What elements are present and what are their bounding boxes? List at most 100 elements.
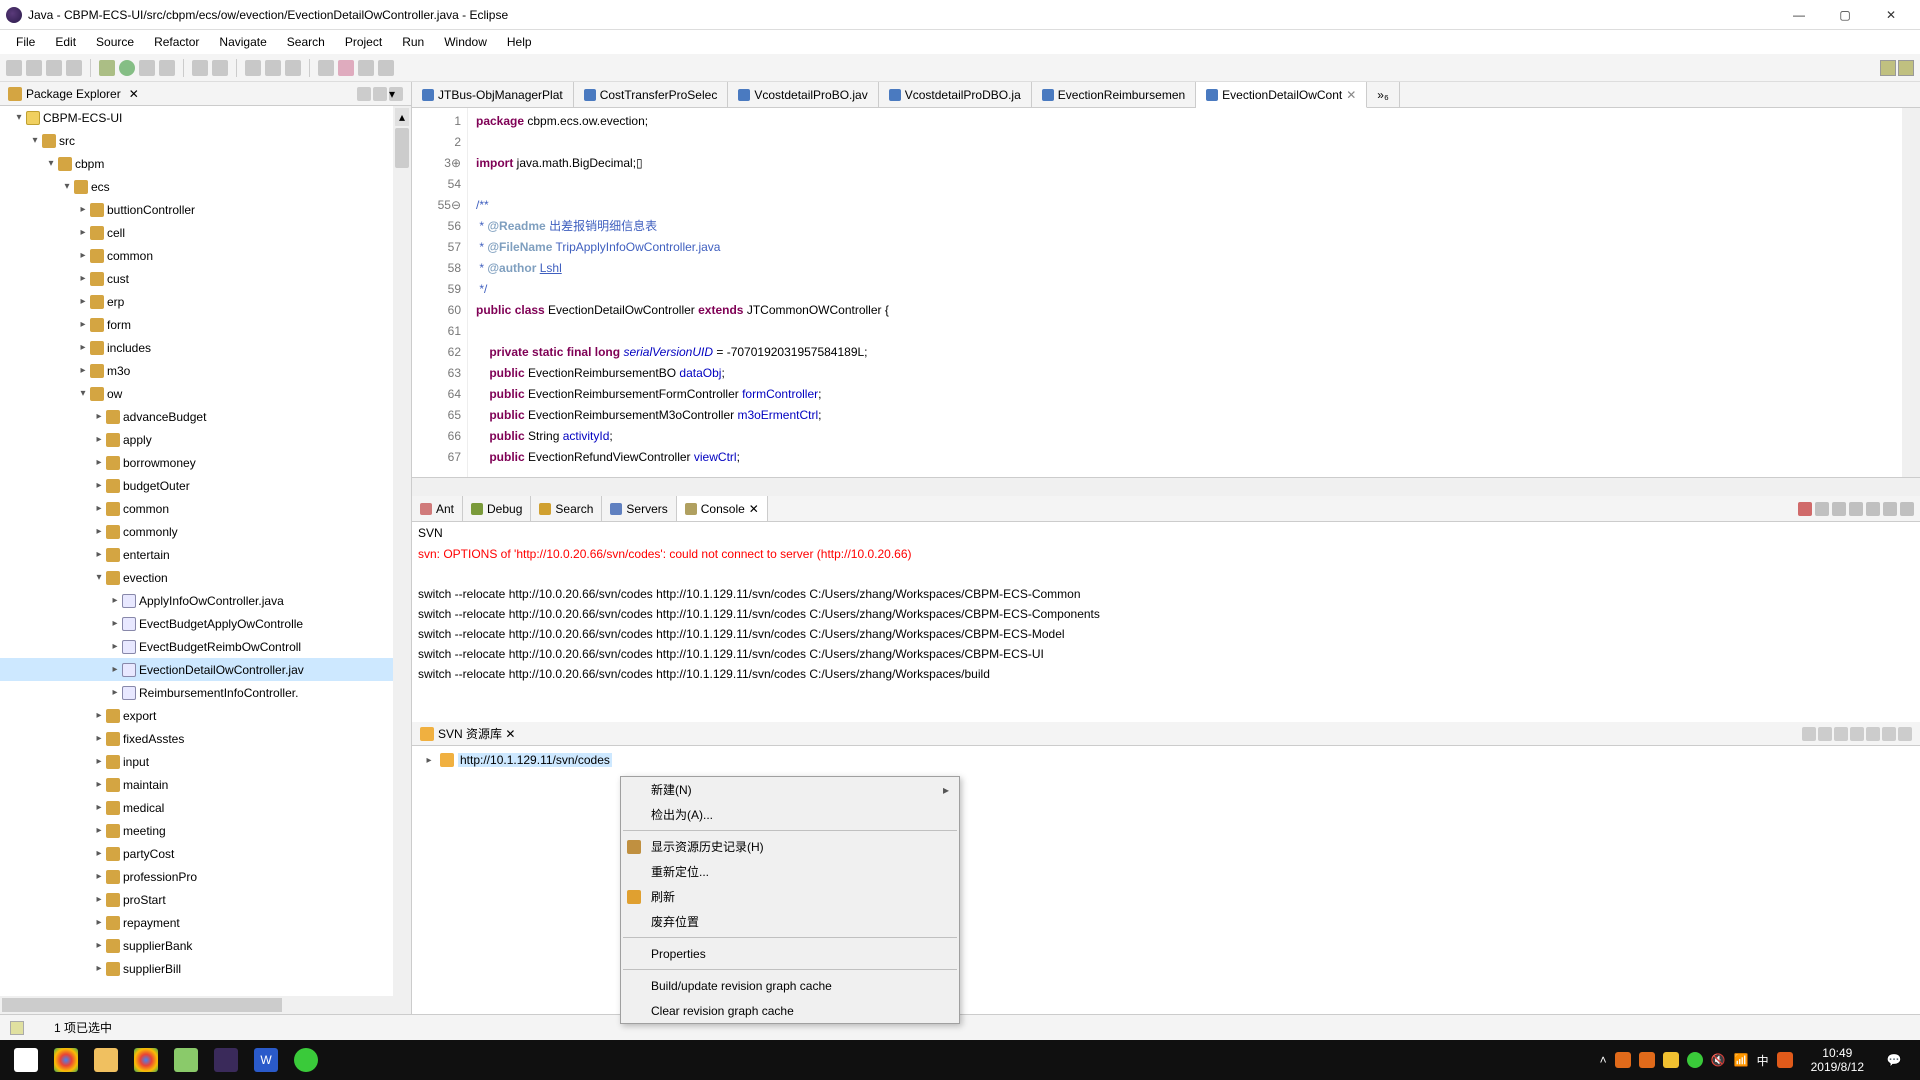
expand-icon[interactable]: ▸ xyxy=(92,549,106,560)
menu-search[interactable]: Search xyxy=(277,33,335,51)
expand-icon[interactable]: ▸ xyxy=(92,480,106,491)
code-line[interactable]: /** xyxy=(476,195,1902,216)
taskbar-explorer-icon[interactable] xyxy=(86,1040,126,1080)
ext-tools-icon[interactable] xyxy=(159,60,175,76)
taskbar-chrome2-icon[interactable] xyxy=(126,1040,166,1080)
run-last-icon[interactable] xyxy=(139,60,155,76)
menu-navigate[interactable]: Navigate xyxy=(209,33,276,51)
menu-item[interactable]: 显示资源历史记录(H) xyxy=(621,834,959,859)
expand-icon[interactable]: ▸ xyxy=(92,871,106,882)
tree-scrollbar[interactable]: ▴ xyxy=(393,106,411,996)
perspective-other-icon[interactable] xyxy=(1898,60,1914,76)
code-editor[interactable]: 123⊕5455⊖565758596061626364656667 packag… xyxy=(412,108,1920,478)
tree-item[interactable]: ▾CBPM-ECS-UI xyxy=(0,106,411,129)
collapse-all-icon[interactable] xyxy=(373,87,387,101)
expand-icon[interactable]: ▸ xyxy=(108,664,122,675)
expand-icon[interactable]: ▸ xyxy=(92,848,106,859)
menu-item[interactable]: 重新定位... xyxy=(621,859,959,884)
menu-file[interactable]: File xyxy=(6,33,45,51)
new-icon[interactable] xyxy=(6,60,22,76)
expand-icon[interactable]: ▸ xyxy=(92,963,106,974)
tree-item[interactable]: ▸budgetOuter xyxy=(0,474,411,497)
tree-item[interactable]: ▸maintain xyxy=(0,773,411,796)
display-console-icon[interactable] xyxy=(1849,502,1863,516)
svn-refresh-icon[interactable] xyxy=(1818,727,1832,741)
expand-icon[interactable]: ▸ xyxy=(92,756,106,767)
tree-item[interactable]: ▸borrowmoney xyxy=(0,451,411,474)
svn-link-icon[interactable] xyxy=(1850,727,1864,741)
open-type-icon[interactable] xyxy=(245,60,261,76)
tree-item[interactable]: ▾cbpm xyxy=(0,152,411,175)
minimize-button[interactable]: — xyxy=(1776,0,1822,30)
tree-item[interactable]: ▸buttionController xyxy=(0,198,411,221)
menu-item[interactable]: 检出为(A)... xyxy=(621,802,959,827)
close-button[interactable]: ✕ xyxy=(1868,0,1914,30)
expand-icon[interactable]: ▸ xyxy=(92,894,106,905)
expand-icon[interactable]: ▸ xyxy=(92,710,106,721)
debug-icon[interactable] xyxy=(99,60,115,76)
expand-icon[interactable]: ▸ xyxy=(92,917,106,928)
tray-network-icon[interactable]: 📶 xyxy=(1734,1053,1749,1067)
tray-icon[interactable] xyxy=(1615,1052,1631,1068)
scroll-thumb[interactable] xyxy=(395,128,409,168)
svn-min-icon[interactable] xyxy=(1882,727,1896,741)
code-line[interactable]: import java.math.BigDecimal;▯ xyxy=(476,153,1902,174)
editor-tab[interactable]: VcostdetailProDBO.ja xyxy=(879,82,1032,107)
close-icon[interactable]: ✕ xyxy=(505,727,515,741)
package-tree[interactable]: ▾CBPM-ECS-UI▾src▾cbpm▾ecs▸buttionControl… xyxy=(0,106,411,996)
context-menu[interactable]: 新建(N)▸检出为(A)...显示资源历史记录(H)重新定位...刷新废弃位置P… xyxy=(620,776,960,1024)
code-line[interactable]: public EvectionReimbursementBO dataObj; xyxy=(476,363,1902,384)
tray-ime-icon[interactable]: 中 xyxy=(1757,1052,1769,1069)
tree-item[interactable]: ▸ApplyInfoOwController.java xyxy=(0,589,411,612)
expand-icon[interactable]: ▸ xyxy=(108,618,122,629)
search-icon[interactable] xyxy=(265,60,281,76)
menu-item[interactable]: 刷新 xyxy=(621,884,959,909)
expand-icon[interactable]: ▸ xyxy=(76,204,90,215)
code-line[interactable] xyxy=(476,132,1902,153)
save-icon[interactable] xyxy=(26,60,42,76)
editor-tab[interactable]: JTBus-ObjManagerPlat xyxy=(412,82,574,107)
pin-console-icon[interactable] xyxy=(1832,502,1846,516)
tree-item[interactable]: ▸commonly xyxy=(0,520,411,543)
tree-item[interactable]: ▸erp xyxy=(0,290,411,313)
bottom-tab-debug[interactable]: Debug xyxy=(463,496,531,521)
expand-icon[interactable]: ▸ xyxy=(76,342,90,353)
view-menu-icon[interactable]: ▾ xyxy=(389,87,403,101)
tree-item[interactable]: ▸EvectBudgetReimbOwControll xyxy=(0,635,411,658)
menu-item[interactable]: 新建(N)▸ xyxy=(621,777,959,802)
nav-back-icon[interactable] xyxy=(318,60,334,76)
misc-icon[interactable] xyxy=(358,60,374,76)
tray-sogou-icon[interactable] xyxy=(1777,1052,1793,1068)
tray-chevron-icon[interactable]: ˄ xyxy=(1600,1053,1607,1067)
expand-icon[interactable]: ▸ xyxy=(92,503,106,514)
tree-item[interactable]: ▸proStart xyxy=(0,888,411,911)
code-line[interactable] xyxy=(476,321,1902,342)
run-icon[interactable] xyxy=(119,60,135,76)
expand-icon[interactable]: ▸ xyxy=(108,641,122,652)
menu-source[interactable]: Source xyxy=(86,33,144,51)
tree-item[interactable]: ▸m3o xyxy=(0,359,411,382)
expand-icon[interactable]: ▸ xyxy=(92,457,106,468)
tray-volume-icon[interactable]: 🔇 xyxy=(1711,1053,1726,1067)
menu-item[interactable]: Clear revision graph cache xyxy=(621,998,959,1023)
print-icon[interactable] xyxy=(66,60,82,76)
tree-item[interactable]: ▾evection xyxy=(0,566,411,589)
menu-help[interactable]: Help xyxy=(497,33,542,51)
taskbar-360-icon[interactable] xyxy=(286,1040,326,1080)
code-line[interactable]: * @FileName TripApplyInfoOwController.ja… xyxy=(476,237,1902,258)
expand-icon[interactable]: ▸ xyxy=(108,595,122,606)
taskbar-word-icon[interactable]: W xyxy=(246,1040,286,1080)
expand-icon[interactable]: ▾ xyxy=(12,112,26,123)
tree-item[interactable]: ▸medical xyxy=(0,796,411,819)
expand-icon[interactable]: ▸ xyxy=(76,273,90,284)
editor-vscrollbar[interactable] xyxy=(1902,108,1920,477)
editor-tab[interactable]: VcostdetailProBO.jav xyxy=(728,82,878,107)
tree-item[interactable]: ▸common xyxy=(0,497,411,520)
svn-repo-tab[interactable]: SVN 资源库 ✕ xyxy=(412,722,1920,746)
tray-icon[interactable] xyxy=(1687,1052,1703,1068)
expand-icon[interactable]: ▸ xyxy=(76,319,90,330)
tray-icon[interactable] xyxy=(1639,1052,1655,1068)
toggle-mark-icon[interactable] xyxy=(285,60,301,76)
editor-tab[interactable]: EvectionReimbursemen xyxy=(1032,82,1196,107)
close-icon[interactable]: ✕ xyxy=(129,87,139,101)
